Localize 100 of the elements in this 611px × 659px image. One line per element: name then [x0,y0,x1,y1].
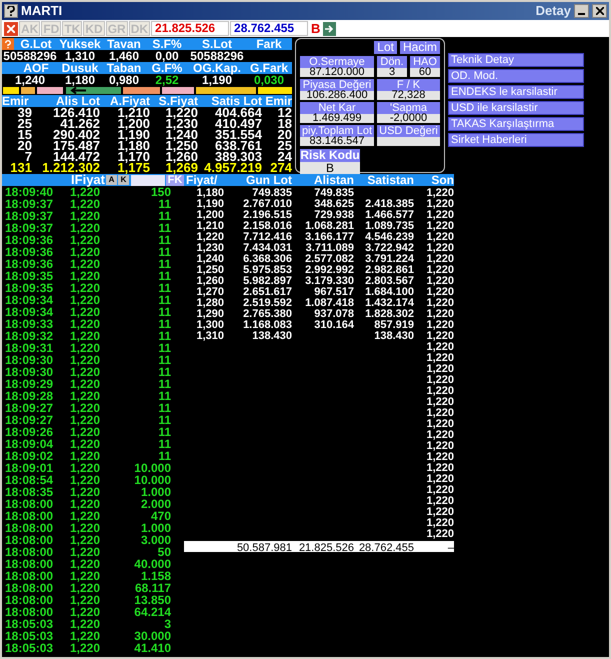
price-cell: 1.828.302 [365,308,414,320]
stat-label: F / K [377,79,440,91]
trade-time: 18:09:37 [4,222,54,234]
column-header: Emir [264,95,292,107]
filter-button[interactable]: A [106,175,117,185]
trade-time: 18:09:34 [4,306,54,318]
price-cell: 1,220 [426,494,454,506]
price-cell: 1,220 [426,440,454,452]
price-cell: 2.767.010 [243,198,292,210]
trade-price: 1,220 [69,426,102,438]
price-cell: 5.982.897 [243,274,292,286]
trade-lot: 30.000 [133,630,171,642]
order-total: 1.212.302 [41,162,100,174]
price-cell: 3.722.942 [365,242,414,254]
order-cell-text: 175.487 [52,140,100,151]
price-cell: 2.982.861 [365,264,414,276]
price-cell: 1,260 [196,274,224,286]
trade-price: 1,220 [69,270,102,282]
link-button[interactable]: USD ile karsilastir [448,101,584,115]
price-cell: 1,220 [426,374,454,386]
toggle-button[interactable]: Hacim [400,41,440,54]
price-cell: 1,210 [196,220,224,232]
trade-lot: 11 [157,402,171,414]
trade-price: 1,220 [69,510,102,522]
order-cell-text: 1,200 [116,118,150,129]
total-cell: 21.825.526 [298,542,354,554]
price-cell: 138.430 [374,330,414,342]
stat-label: O.Sermaye [300,56,374,68]
trade-lot: 11 [157,330,171,342]
price-cell: 7.434.031 [243,242,292,254]
toggle-button[interactable]: Lot [374,41,397,54]
trade-lot: 13.850 [133,594,171,606]
total-value: 21.825.526 [151,21,230,36]
order-cell-text: 7 [24,151,32,162]
trade-price: 1,220 [69,294,102,306]
stat-label: Piyasa Değeri [300,79,374,91]
price-cell: 1,220 [426,396,454,408]
price-cell: 1.089.735 [365,220,414,232]
trade-time: 18:09:31 [4,342,54,354]
price-cell: 5.975.853 [243,264,292,276]
stat-value: 60 [410,68,440,77]
trade-lot: 3 [163,618,171,630]
stat-value: 1.469.499 [300,114,374,123]
trade-lot: 470 [150,510,171,522]
total-cell: – [448,542,454,554]
trade-time: 18:09:27 [4,414,54,426]
link-button[interactable]: Sirket Haberleri [448,133,584,147]
trade-price: 1,220 [69,378,102,390]
price-cell: 1,220 [426,506,454,518]
order-cell-text: 1,180 [116,140,150,151]
order-cell-text: 389.303 [215,151,262,162]
order-cell-text: 144.472 [53,151,100,162]
trade-time: 18:09:04 [4,438,54,450]
column-header: Fiyat/ [185,174,218,186]
summary-value: 0,00 [154,50,180,62]
link-button[interactable]: Teknik Detay [448,53,584,67]
trade-time: 18:09:30 [4,366,54,378]
trade-lot: 1.000 [140,486,171,498]
order-cell-text: 39 [16,107,32,118]
trade-lot: 11 [157,306,171,318]
trade-time: 18:08:00 [4,570,54,582]
trade-price: 1,220 [69,330,102,342]
column-header: Alistan [312,174,354,186]
link-button[interactable]: TAKAS Karşılaştırma [448,117,584,131]
filter-field[interactable] [131,174,165,186]
price-cell: 1.168.083 [243,318,292,330]
trade-time: 18:05:03 [4,618,54,630]
order-cell-text: 410.497 [214,118,262,129]
column-header: Yuksek [58,38,102,50]
price-cell: 4.546.239 [365,230,414,242]
price-cell: 2.519.592 [243,296,292,308]
close-button[interactable] [592,4,607,18]
stat-value: -2,0000 [377,114,440,123]
column-header: S.Fiyat [158,95,198,107]
help-icon[interactable] [4,4,18,18]
price-cell: 1,220 [426,296,454,308]
trade-lot: 11 [157,366,171,378]
link-button[interactable]: OD. Mod. [448,69,584,83]
trade-time: 18:09:34 [4,294,54,306]
trade-price: 1,220 [69,558,102,570]
price-cell: 1.087.418 [305,296,354,308]
trade-price: 1,220 [69,606,102,618]
link-button[interactable]: ENDEKS le karsilastir [448,85,584,99]
trade-time: 18:09:40 [4,186,54,198]
price-cell: 1,220 [426,418,454,430]
fk-button[interactable]: FK [166,174,184,186]
trade-price: 1,220 [69,186,100,198]
trade-price: 1,220 [69,498,102,510]
trade-lot: 41.410 [133,642,171,654]
price-cell: 3.179.330 [305,274,354,286]
trade-lot: 11 [157,282,171,294]
order-cell-text: 1,220 [165,107,198,118]
filter-button[interactable]: K [118,175,129,185]
column-header: S.F% [151,38,183,50]
trade-lot: 50 [156,546,171,558]
arrow-icon[interactable] [323,22,336,36]
stat-label: HAO [410,56,440,68]
trade-time: 18:09:37 [4,198,54,210]
minimize-button[interactable] [574,4,589,18]
close-icon[interactable] [4,22,18,36]
